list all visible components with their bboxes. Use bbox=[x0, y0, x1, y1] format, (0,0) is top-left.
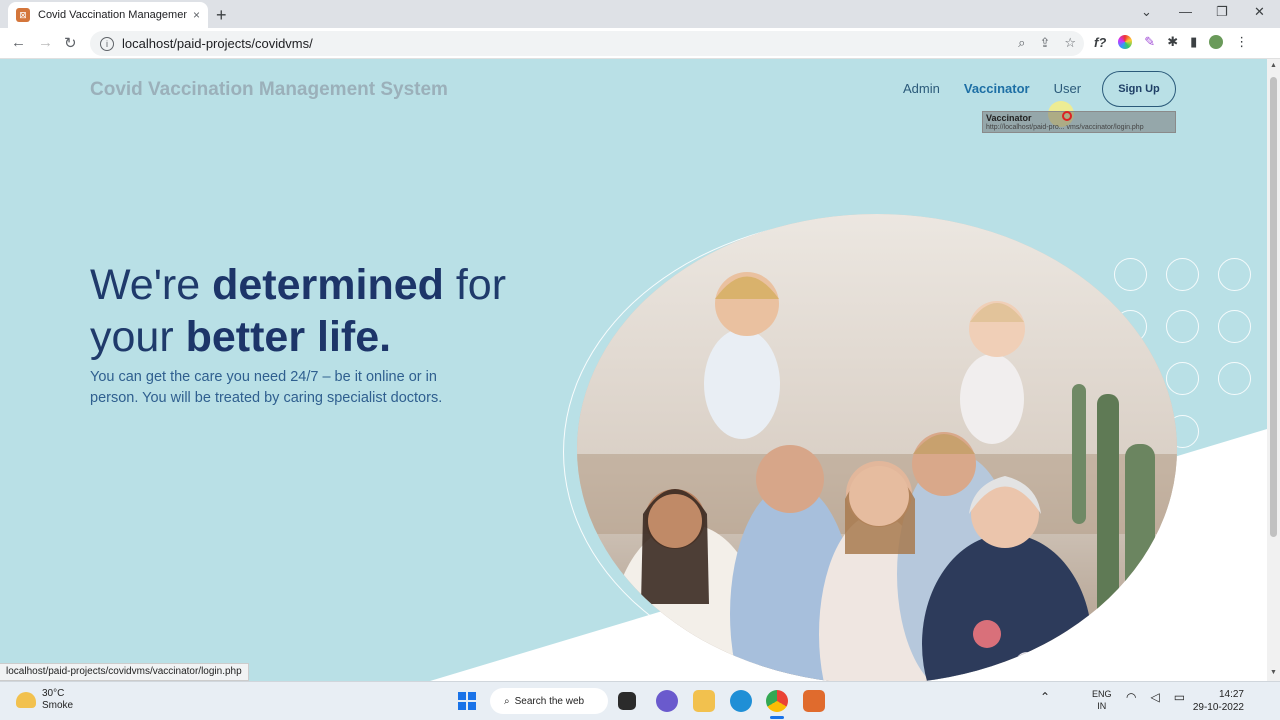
nav-user-link[interactable]: User bbox=[1054, 81, 1081, 96]
color-picker-extension-icon[interactable] bbox=[1118, 35, 1133, 49]
hero-line2-b: better life. bbox=[185, 313, 392, 361]
volume-icon[interactable]: ◁ bbox=[1150, 690, 1159, 704]
tooltip-title: Vaccinator bbox=[986, 113, 1032, 123]
weather-widget[interactable]: 30°C Smoke bbox=[16, 688, 73, 712]
formula-extension-icon[interactable]: f? bbox=[1094, 35, 1106, 50]
new-tab-button[interactable]: + bbox=[216, 5, 227, 26]
status-bar-url: localhost/paid-projects/covidvms/vaccina… bbox=[0, 663, 249, 681]
browser-toolbar: ← → ↻ i localhost/paid-projects/covidvms… bbox=[0, 28, 1280, 59]
weather-condition: Smoke bbox=[42, 700, 74, 711]
xampp-favicon-icon: ⊠ bbox=[16, 8, 30, 22]
clock-date: 29-10-2022 bbox=[1192, 702, 1244, 713]
hero-line1-b: determined bbox=[212, 261, 444, 309]
edge-browser-icon[interactable] bbox=[730, 690, 752, 712]
forward-icon[interactable]: → bbox=[38, 34, 53, 51]
system-clock[interactable]: 14:27 29-10-2022 bbox=[1190, 688, 1244, 714]
close-window-button[interactable]: ✕ bbox=[1254, 4, 1265, 20]
nav-vaccinator-link[interactable]: Vaccinator bbox=[964, 81, 1030, 96]
web-page: Covid Vaccination Management System Admi… bbox=[0, 59, 1267, 681]
lang-primary: ENG bbox=[1092, 689, 1112, 699]
hero-line1-a: We're bbox=[90, 261, 213, 309]
scroll-down-icon[interactable]: ▼ bbox=[1270, 669, 1277, 676]
extensions-puzzle-icon[interactable]: ✱ bbox=[1167, 34, 1178, 50]
wifi-icon[interactable]: ◠ bbox=[1126, 690, 1136, 704]
close-tab-icon[interactable]: × bbox=[193, 8, 200, 22]
file-explorer-icon[interactable] bbox=[693, 690, 715, 712]
hero-subtitle: You can get the care you need 24/7 – be … bbox=[90, 369, 443, 406]
side-panel-icon[interactable]: ▮ bbox=[1190, 34, 1197, 50]
family-illustration bbox=[577, 214, 1177, 681]
hero-line2-a: your bbox=[90, 313, 186, 361]
page-scrollbar[interactable]: ▲ ▼ bbox=[1267, 59, 1280, 681]
language-indicator[interactable]: ENG IN bbox=[1092, 688, 1112, 712]
family-hero-image bbox=[577, 214, 1177, 681]
xampp-app-icon[interactable] bbox=[803, 690, 825, 712]
address-bar[interactable]: i localhost/paid-projects/covidvms/ ⌕ ⇪ … bbox=[90, 31, 1084, 56]
lang-region: IN bbox=[1097, 701, 1107, 711]
task-view-icon[interactable] bbox=[618, 692, 636, 710]
back-icon[interactable]: ← bbox=[11, 34, 26, 51]
weather-icon bbox=[16, 692, 36, 708]
chrome-active-indicator bbox=[770, 716, 784, 719]
browser-tab-strip: ⊠ Covid Vaccination Management × + ⌄ — ❐… bbox=[0, 0, 1280, 28]
clock-time: 14:27 bbox=[1218, 689, 1244, 700]
hero-headline: We're determined for your better life. bbox=[90, 259, 550, 363]
site-nav: Admin Vaccinator User bbox=[903, 81, 1081, 96]
weather-temp: 30°C bbox=[42, 688, 65, 699]
minimize-button[interactable]: — bbox=[1179, 4, 1192, 19]
link-tooltip: Vaccinator http://localhost/paid-pro... … bbox=[982, 111, 1176, 133]
profile-avatar[interactable] bbox=[1209, 35, 1224, 49]
browser-menu-icon[interactable]: ⋮ bbox=[1235, 34, 1248, 50]
site-info-icon[interactable]: i bbox=[100, 36, 114, 51]
teams-chat-icon[interactable] bbox=[656, 690, 678, 712]
tab-search-chevron-icon[interactable]: ⌄ bbox=[1141, 4, 1152, 20]
scroll-thumb[interactable] bbox=[1270, 77, 1277, 537]
windows-taskbar: 30°C Smoke ⌕ Search the web ⌃ ENG IN ◠ ◁… bbox=[0, 681, 1280, 720]
scroll-up-icon[interactable]: ▲ bbox=[1270, 62, 1277, 69]
bookmark-star-icon[interactable]: ☆ bbox=[1064, 35, 1076, 51]
tray-chevron-icon[interactable]: ⌃ bbox=[1040, 690, 1050, 704]
tooltip-url: http://localhost/paid-pro... vms/vaccina… bbox=[986, 124, 1144, 131]
nav-admin-link[interactable]: Admin bbox=[903, 81, 940, 96]
pen-extension-icon[interactable]: ✎ bbox=[1144, 34, 1155, 50]
hero-line1-c: for bbox=[443, 261, 507, 309]
site-brand[interactable]: Covid Vaccination Management System bbox=[90, 79, 448, 101]
share-icon[interactable]: ⇪ bbox=[1039, 35, 1050, 51]
taskbar-search[interactable]: ⌕ Search the web bbox=[490, 688, 608, 714]
maximize-button[interactable]: ❐ bbox=[1216, 4, 1228, 20]
not-allowed-cursor-icon bbox=[1062, 111, 1072, 121]
battery-icon[interactable]: ▭ bbox=[1174, 690, 1185, 704]
address-url: localhost/paid-projects/covidvms/ bbox=[122, 36, 313, 51]
search-icon: ⌕ bbox=[504, 695, 510, 707]
reload-icon[interactable]: ↻ bbox=[64, 34, 77, 52]
tab-title: Covid Vaccination Management bbox=[38, 9, 187, 21]
browser-tab[interactable]: ⊠ Covid Vaccination Management × bbox=[8, 2, 208, 28]
sign-up-button[interactable]: Sign Up bbox=[1102, 71, 1176, 107]
start-button-icon[interactable] bbox=[458, 692, 476, 710]
search-label: Search the web bbox=[514, 695, 585, 707]
chrome-browser-icon[interactable] bbox=[766, 690, 788, 712]
zoom-icon[interactable]: ⌕ bbox=[1018, 35, 1025, 51]
